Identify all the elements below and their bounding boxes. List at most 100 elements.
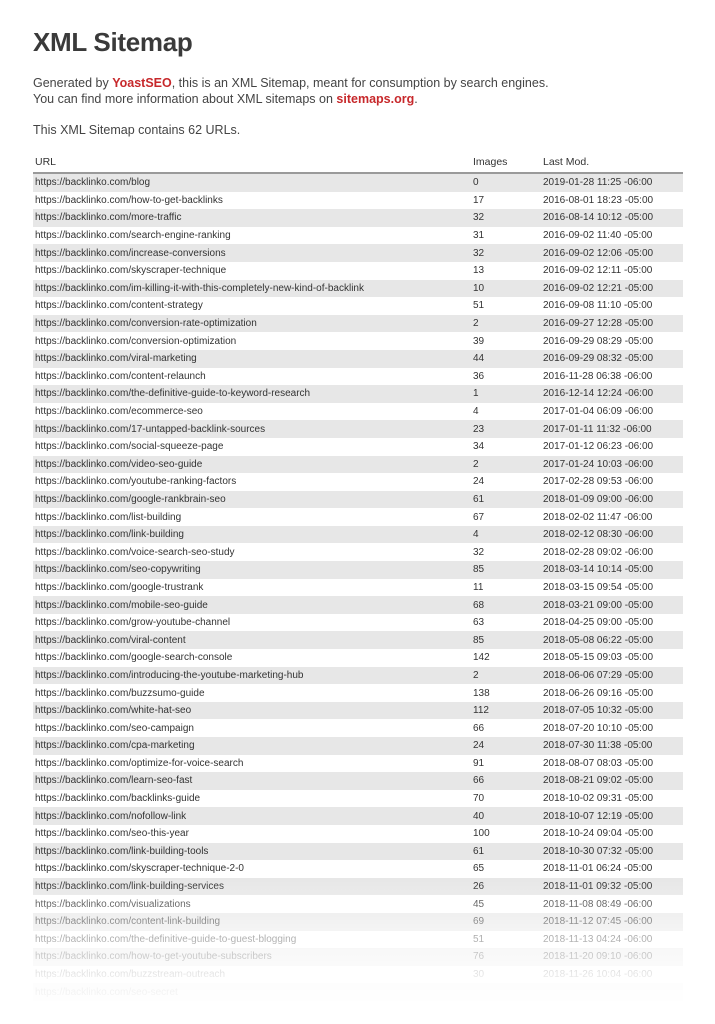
images-cell: 4 bbox=[471, 525, 541, 544]
url-link[interactable]: https://backlinko.com/mobile-seo-guide bbox=[35, 600, 208, 611]
images-cell: 24 bbox=[473, 476, 485, 488]
url-link[interactable]: https://backlinko.com/google-trustrank bbox=[35, 582, 203, 593]
column-header-url[interactable]: URL bbox=[33, 154, 471, 174]
url-cell: https://backlinko.com/how-to-get-youtube… bbox=[33, 948, 471, 966]
lastmod-cell: 2017-01-12 06:23 -06:00 bbox=[543, 441, 654, 453]
url-link[interactable]: https://backlinko.com/search-engine-rank… bbox=[35, 230, 231, 241]
url-link[interactable]: https://backlinko.com/introducing-the-yo… bbox=[35, 670, 303, 681]
url-cell: https://backlinko.com/backlinks-guide bbox=[33, 790, 471, 808]
url-link[interactable]: https://backlinko.com/link-building-tool… bbox=[35, 846, 208, 857]
table-row: https://backlinko.com/link-building 4 2018… bbox=[33, 525, 683, 544]
lastmod-cell: 2016-09-29 08:29 -05:00 bbox=[543, 335, 654, 347]
lastmod-cell: 2018-10-07 12:19 -05:00 bbox=[541, 807, 683, 825]
table-row: https://backlinko.com/voice-search-seo-s… bbox=[33, 543, 683, 561]
url-link[interactable]: https://backlinko.com/blog bbox=[35, 177, 150, 188]
url-cell: https://backlinko.com/conversion-optimiz… bbox=[33, 332, 471, 350]
url-count-text: This XML Sitemap contains 62 URLs. bbox=[33, 123, 241, 137]
column-header-images[interactable]: Images bbox=[471, 154, 541, 174]
lastmod-cell: 2016-09-27 12:28 -05:00 bbox=[541, 314, 683, 333]
url-link[interactable]: https://backlinko.com/how-to-get-youtube… bbox=[35, 951, 272, 962]
url-link[interactable]: https://backlinko.com/skyscraper-techniq… bbox=[35, 265, 226, 276]
url-link[interactable]: https://backlinko.com/more-traffic bbox=[35, 212, 182, 223]
lastmod-cell: 2016-08-14 10:12 -05:00 bbox=[541, 209, 683, 227]
table-row: https://backlinko.com/seo-campaign 66 2018… bbox=[33, 719, 683, 737]
table-row: https://backlinko.com/conversion-optimiz… bbox=[33, 332, 683, 350]
table-row: https://backlinko.com/more-traffic 32 2016… bbox=[33, 209, 683, 227]
images-cell: 63 bbox=[473, 617, 485, 629]
url-cell: https://backlinko.com/nofollow-link bbox=[33, 807, 471, 825]
sitemap-table: URL Images Last Mod. https://backlinko.c… bbox=[33, 154, 683, 1019]
url-cell: https://backlinko.com/blog bbox=[33, 173, 471, 192]
url-link[interactable]: https://backlinko.com/buzzsumo-guide bbox=[35, 688, 205, 699]
url-link[interactable]: https://backlinko.com/the-definitive-gui… bbox=[35, 934, 296, 945]
lastmod-cell bbox=[541, 983, 683, 1001]
lastmod-cell: 2018-03-21 09:00 -05:00 bbox=[541, 596, 683, 614]
images-cell: 70 bbox=[473, 793, 485, 805]
table-row: https://backlinko.com/list-building 67 201… bbox=[33, 508, 683, 526]
table-row: https://backlinko.com/the-definitive-gui… bbox=[33, 931, 683, 949]
images-cell: 24 bbox=[471, 737, 541, 755]
url-link[interactable]: https://backlinko.com/link-building bbox=[35, 529, 184, 540]
url-link[interactable]: https://backlinko.com/im-killing-it-with… bbox=[35, 283, 364, 294]
url-link[interactable]: https://backlinko.com/learn-seo-fast bbox=[35, 775, 192, 786]
url-link[interactable]: https://backlinko.com/google-search-cons… bbox=[35, 652, 232, 663]
url-link[interactable]: https://backlinko.com/conversion-optimiz… bbox=[35, 336, 236, 347]
url-link[interactable]: https://backlinko.com/grow-youtube-chann… bbox=[35, 617, 230, 628]
lastmod-cell: 2018-01-09 09:00 -06:00 bbox=[541, 490, 683, 509]
url-link[interactable]: https://backlinko.com/video-seo-guide bbox=[35, 459, 202, 470]
table-row: https://backlinko.com/seo-this-year 100 20… bbox=[33, 825, 683, 843]
url-cell: https://backlinko.com/buzzsumo-guide bbox=[33, 684, 471, 702]
url-cell: https://backlinko.com/the-definitive-gui… bbox=[33, 385, 471, 403]
url-link[interactable]: https://backlinko.com/content-relaunch bbox=[35, 371, 206, 382]
url-link[interactable]: https://backlinko.com/list-building bbox=[35, 512, 181, 523]
url-link[interactable]: https://backlinko.com/cpa-marketing bbox=[35, 740, 195, 751]
url-link[interactable]: https://backlinko.com/viral-marketing bbox=[35, 353, 197, 364]
images-cell: 85 bbox=[471, 561, 541, 579]
images-cell: 51 bbox=[473, 300, 485, 312]
lastmod-cell: 2018-11-01 06:24 -05:00 bbox=[543, 863, 653, 875]
lastmod-cell: 2018-11-26 10:04 -06:00 bbox=[543, 969, 653, 981]
url-link[interactable]: https://backlinko.com/link-building-serv… bbox=[35, 881, 224, 892]
url-link[interactable]: https://backlinko.com/conversion-rate-op… bbox=[35, 318, 257, 329]
images-cell: 85 bbox=[471, 631, 541, 650]
url-link[interactable]: https://backlinko.com/skyscraper-techniq… bbox=[35, 863, 244, 874]
column-header-lastmod[interactable]: Last Mod. bbox=[541, 154, 683, 174]
url-link[interactable]: https://backlinko.com/backlinks-guide bbox=[35, 793, 200, 804]
images-cell: 2 bbox=[471, 666, 541, 685]
url-link[interactable]: https://backlinko.com/content-link-build… bbox=[35, 916, 220, 927]
url-cell: https://backlinko.com/introducing-the-yo… bbox=[33, 666, 471, 685]
url-link[interactable]: https://backlinko.com/optimize-for-voice… bbox=[35, 758, 243, 769]
url-link[interactable]: https://backlinko.com/content-strategy bbox=[35, 300, 203, 311]
url-link[interactable]: https://backlinko.com/nofollow-link bbox=[35, 811, 186, 822]
url-link[interactable]: https://backlinko.com/increase-conversio… bbox=[35, 248, 226, 259]
url-link[interactable]: https://backlinko.com/seo-copywriting bbox=[35, 564, 201, 575]
url-cell: https://backlinko.com/seo-campaign bbox=[33, 719, 471, 737]
url-link[interactable]: https://backlinko.com/viral-content bbox=[35, 635, 186, 646]
url-link[interactable]: https://backlinko.com/ecommerce-seo bbox=[35, 406, 203, 417]
url-link[interactable]: https://backlinko.com/buzzstream-outreac… bbox=[35, 969, 225, 980]
table-row: https://backlinko.com/im-killing-it-with… bbox=[33, 279, 683, 298]
url-link[interactable]: https://backlinko.com/white-hat-seo bbox=[35, 705, 191, 716]
table-row: https://backlinko.com/conversion-rate-op… bbox=[33, 314, 683, 333]
images-cell: 31 bbox=[473, 230, 485, 242]
intro-line2-prefix: You can find more information about XML … bbox=[33, 92, 337, 106]
yoastseo-link[interactable]: YoastSEO bbox=[112, 76, 172, 90]
url-link[interactable]: https://backlinko.com/how-to-get-backlin… bbox=[35, 195, 223, 206]
table-row: https://backlinko.com/nofollow-link 40 201… bbox=[33, 807, 683, 825]
lastmod-cell: 2016-09-02 12:21 -05:00 bbox=[541, 279, 683, 298]
url-link[interactable]: https://backlinko.com/17-untapped-backli… bbox=[35, 424, 265, 435]
url-link[interactable]: https://backlinko.com/seo-campaign bbox=[35, 723, 194, 734]
url-cell: https://backlinko.com/seo-secret bbox=[33, 983, 471, 1001]
sitemaps-org-link[interactable]: sitemaps.org bbox=[336, 92, 414, 106]
url-link[interactable]: https://backlinko.com/voice-search-seo-s… bbox=[35, 547, 235, 558]
lastmod-cell: 2016-09-08 11:10 -05:00 bbox=[543, 300, 653, 312]
url-link[interactable]: https://backlinko.com/visualizations bbox=[35, 899, 191, 910]
url-cell: https://backlinko.com/google-rankbrain-s… bbox=[33, 490, 471, 509]
url-link[interactable]: https://backlinko.com/seo-secret bbox=[35, 987, 178, 998]
url-link[interactable]: https://backlinko.com/google-rankbrain-s… bbox=[35, 494, 226, 505]
url-link[interactable]: https://backlinko.com/seo-this-year bbox=[35, 828, 189, 839]
url-link[interactable]: https://backlinko.com/the-definitive-gui… bbox=[35, 388, 310, 399]
url-link[interactable]: https://backlinko.com/social-squeeze-pag… bbox=[35, 441, 223, 452]
url-link[interactable]: https://backlinko.com/youtube-ranking-fa… bbox=[35, 476, 236, 487]
lastmod-cell: 2018-11-13 04:24 -06:00 bbox=[543, 933, 653, 945]
